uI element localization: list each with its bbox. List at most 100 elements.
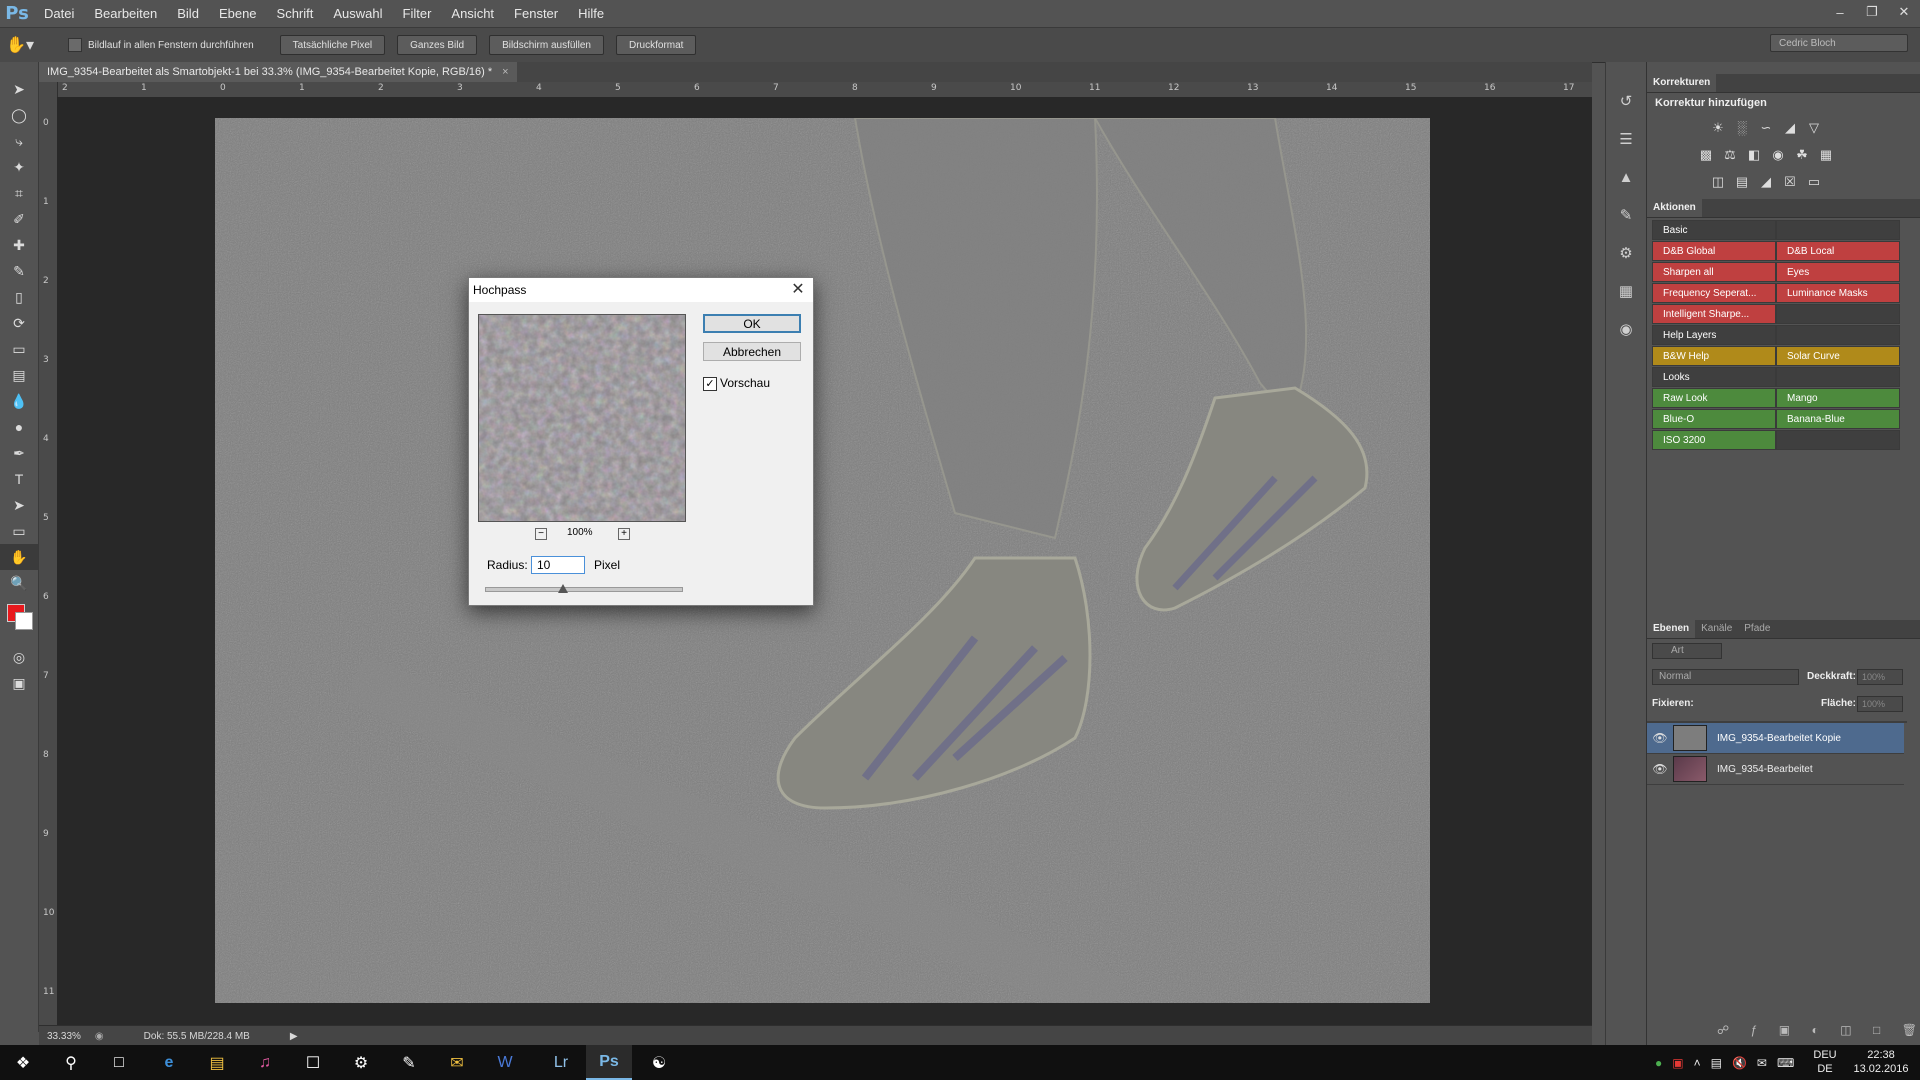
vibrance-icon[interactable]: ▽ [1805,120,1823,136]
zoom-out-icon[interactable]: − [535,528,547,540]
document-tab[interactable]: IMG_9354-Bearbeitet als Smartobjekt-1 be… [39,62,517,82]
screen-mode-icon[interactable]: ▣ [0,670,38,696]
brush-panel-icon[interactable]: ✎ [1606,196,1646,234]
action-item[interactable]: Mango [1776,388,1900,408]
volume-icon[interactable]: 🔇 [1732,1056,1747,1070]
zoom-in-icon[interactable]: + [618,528,630,540]
background-color-swatch[interactable] [15,612,33,630]
plugin-panel-icon[interactable]: ◉ [1606,310,1646,348]
link-icon[interactable]: ☍ [1717,1023,1729,1041]
healing-brush-tool-icon[interactable]: ✚ [0,232,38,258]
paint-icon[interactable]: ☯ [636,1045,682,1080]
fill-screen-button[interactable]: Bildschirm ausfüllen [489,35,604,55]
new-layer-icon[interactable]: □ [1873,1023,1880,1041]
lasso-tool-icon[interactable]: ⤷ [0,128,38,154]
action-item[interactable] [1776,367,1900,387]
image-canvas[interactable] [215,118,1430,1003]
channel-mixer-icon[interactable]: ☘ [1793,147,1811,163]
mask-icon[interactable]: ▣ [1779,1023,1790,1041]
eraser-tool-icon[interactable]: ▭ [0,336,38,362]
search-icon[interactable]: ⚲ [48,1045,94,1080]
curves-icon[interactable]: ∽ [1757,120,1775,136]
pen-tool-icon[interactable]: ✒ [0,440,38,466]
clone-source-panel-icon[interactable]: ▦ [1606,272,1646,310]
posterize-icon[interactable]: ▤ [1733,174,1751,190]
threshold-icon[interactable]: ◢ [1757,174,1775,190]
tab-kanaele[interactable]: Kanäle [1695,620,1738,638]
move-tool-icon[interactable]: ➤ [0,76,38,102]
radius-slider-handle[interactable] [558,584,568,593]
fit-screen-button[interactable]: Ganzes Bild [397,35,478,55]
action-item[interactable]: Intelligent Sharpe... [1652,304,1776,324]
tab-ebenen[interactable]: Ebenen [1647,620,1696,638]
fx-icon[interactable]: ƒ [1751,1023,1758,1041]
store-icon[interactable]: ☐ [290,1045,336,1080]
file-explorer-icon[interactable]: ▤ [194,1045,240,1080]
action-item[interactable]: Banana-Blue [1776,409,1900,429]
mail-icon[interactable]: ✉ [434,1045,480,1080]
menu-datei[interactable]: Datei [34,0,84,27]
action-item[interactable]: Blue-O [1652,409,1776,429]
actual-pixels-button[interactable]: Tatsächliche Pixel [279,35,386,55]
tray-status-icon[interactable]: ● [1655,1056,1662,1070]
lightroom-icon[interactable]: Lr [538,1045,584,1080]
scroll-all-checkbox[interactable] [68,38,82,52]
app-icon[interactable]: ✎ [386,1045,432,1080]
brightness-icon[interactable]: ☀ [1709,120,1727,136]
blend-mode-select[interactable]: Normal [1652,669,1799,685]
action-item[interactable]: B&W Help [1652,346,1776,366]
menu-bild[interactable]: Bild [167,0,209,27]
menu-schrift[interactable]: Schrift [267,0,324,27]
blur-tool-icon[interactable]: 💧 [0,388,38,414]
eyedropper-tool-icon[interactable]: ✐ [0,206,38,232]
action-item[interactable]: Looks [1652,367,1776,387]
black-white-icon[interactable]: ◧ [1745,147,1763,163]
invert-icon[interactable]: ◫ [1709,174,1727,190]
history-brush-tool-icon[interactable]: ⟳ [0,310,38,336]
itunes-icon[interactable]: ♫ [242,1045,288,1080]
tab-aktionen[interactable]: Aktionen [1647,199,1702,217]
settings-panel-icon[interactable]: ⚙ [1606,234,1646,272]
properties-panel-icon[interactable]: ☰ [1606,120,1646,158]
close-tab-icon[interactable]: × [502,66,508,78]
fill-input[interactable]: 100% [1857,696,1903,712]
action-item[interactable]: Luminance Masks [1776,283,1900,303]
gradient-map-icon[interactable]: ▭ [1805,174,1823,190]
action-item[interactable]: ISO 3200 [1652,430,1776,450]
action-item[interactable]: D&B Global [1652,241,1776,261]
exposure-icon[interactable]: ◢ [1781,120,1799,136]
action-item[interactable]: Eyes [1776,262,1900,282]
windows-start-icon[interactable]: ❖ [0,1045,46,1080]
trash-icon[interactable]: 🗑 [1902,1023,1917,1041]
layer-row-copy[interactable]: 👁 IMG_9354-Bearbeitet Kopie [1647,723,1904,754]
group-icon[interactable]: ◫ [1840,1023,1851,1041]
color-lookup-icon[interactable]: ▦ [1817,147,1835,163]
status-info-icon[interactable]: ◉ [95,1031,104,1042]
clock[interactable]: 22:38 13.02.2016 [1848,1048,1914,1076]
photo-filter-icon[interactable]: ◉ [1769,147,1787,163]
hand-tool-icon-active[interactable]: ✋ [0,544,38,570]
color-balance-icon[interactable]: ⚖ [1721,147,1739,163]
action-item[interactable]: D&B Local [1776,241,1900,261]
menu-hilfe[interactable]: Hilfe [568,0,614,27]
action-item[interactable]: Help Layers [1652,325,1776,345]
layer-filter-select[interactable]: Art [1652,643,1722,659]
menu-auswahl[interactable]: Auswahl [323,0,392,27]
brush-tool-icon[interactable]: ✎ [0,258,38,284]
opacity-input[interactable]: 100% [1857,669,1903,685]
path-select-tool-icon[interactable]: ➤ [0,492,38,518]
zoom-tool-icon[interactable]: 🔍 [0,570,38,596]
notification-icon[interactable]: ✉ [1757,1056,1767,1070]
layer-row-original[interactable]: 👁 IMG_9354-Bearbeitet [1647,754,1904,785]
menu-fenster[interactable]: Fenster [504,0,568,27]
steam-icon[interactable]: ⚙ [338,1045,384,1080]
cancel-button[interactable]: Abbrechen [703,342,801,361]
action-item[interactable]: Raw Look [1652,388,1776,408]
radius-input[interactable]: 10 [531,556,585,574]
photoshop-taskbar-icon[interactable]: Ps [586,1045,632,1080]
eye-icon[interactable]: 👁 [1647,731,1673,745]
tray-up-icon[interactable]: ˄ [1694,1056,1701,1070]
action-item[interactable] [1776,430,1900,450]
task-view-icon[interactable]: □ [96,1045,142,1080]
radius-slider-track[interactable] [485,587,683,592]
